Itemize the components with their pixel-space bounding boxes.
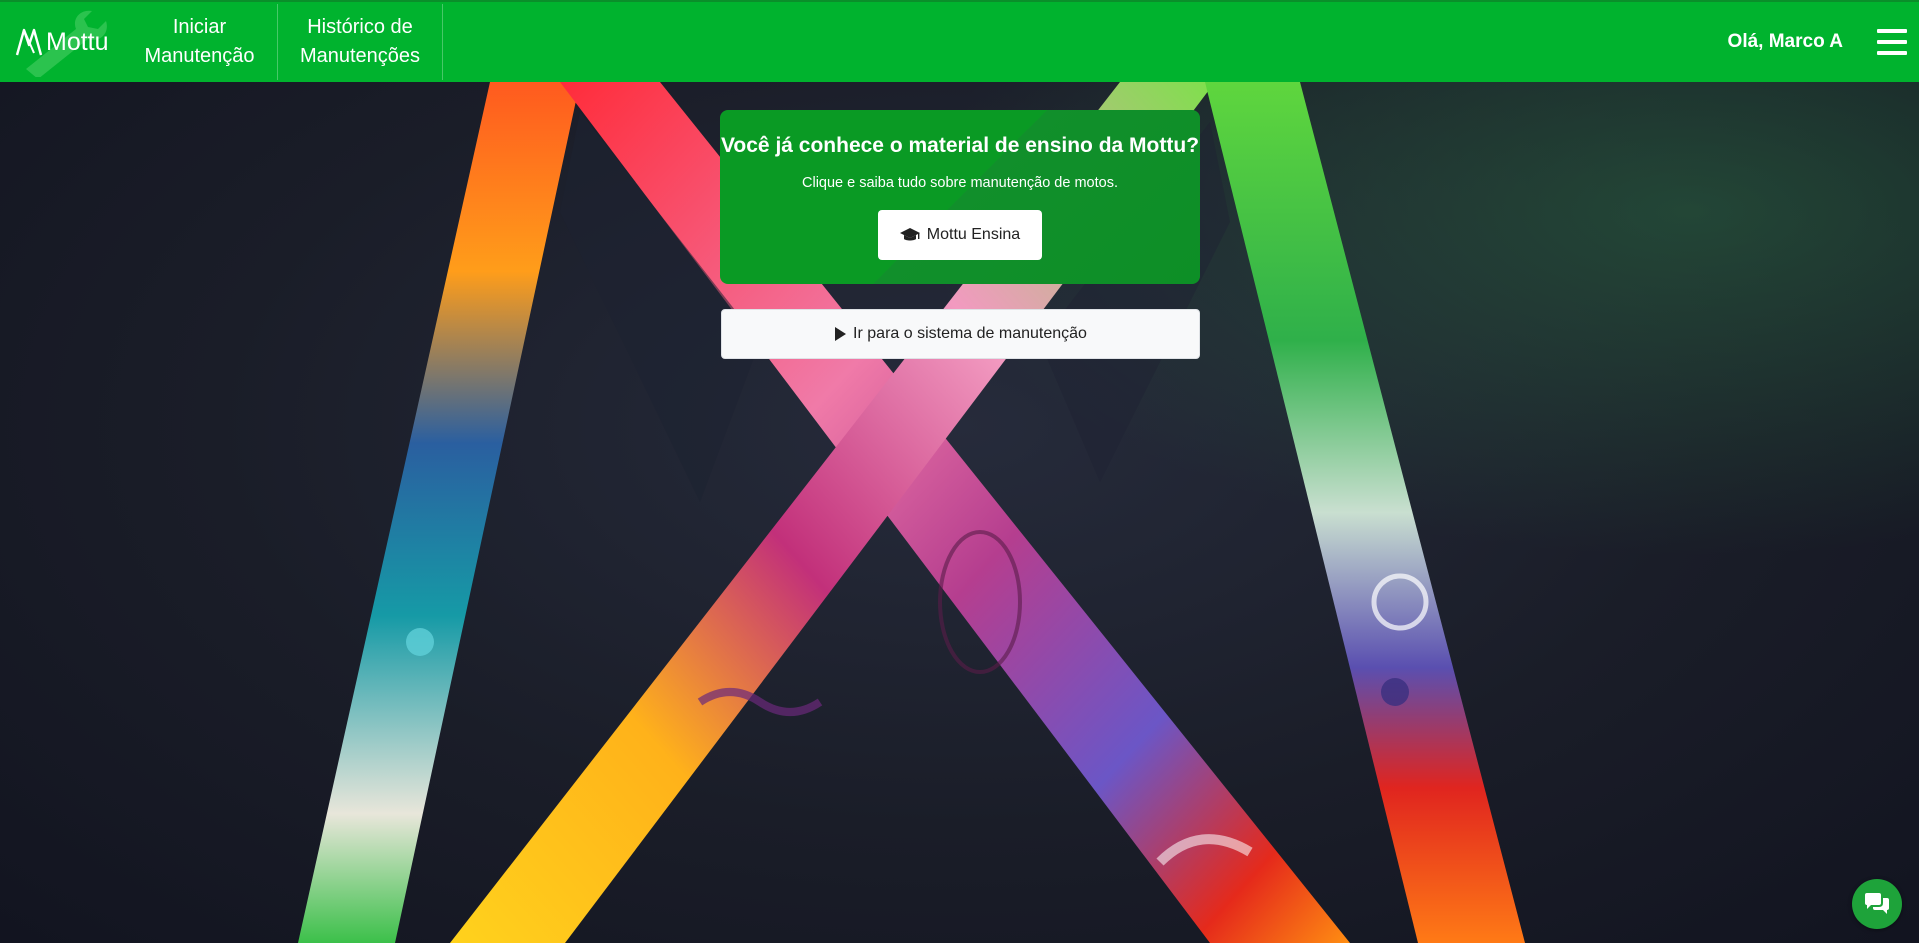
brand[interactable]: Mottu [10,3,122,81]
chat-bubbles-icon [1863,892,1891,916]
nav-start-maintenance[interactable]: Iniciar Manutenção [122,4,278,80]
promo-card: Você já conhece o material de ensino da … [720,110,1200,284]
mottu-logo: Mottu [10,27,109,57]
mottu-ensina-label: Mottu Ensina [926,226,1021,243]
nav-maintenance-history[interactable]: Histórico de Manutenções [278,4,443,80]
graduation-cap-icon [899,227,920,243]
promo-subtitle: Clique e saiba tudo sobre manutenção de … [802,175,1118,191]
go-to-maintenance-system-label: Ir para o sistema de manutenção [853,325,1087,342]
nav-right: Olá, Marco A [1728,2,1919,82]
top-navbar: Mottu Iniciar Manutenção Histórico de Ma… [0,0,1919,82]
chat-button[interactable] [1852,879,1902,929]
user-greeting[interactable]: Olá, Marco A [1728,31,1843,53]
brand-name: Mottu [46,27,109,56]
promo-title: Você já conhece o material de ensino da … [720,134,1200,157]
mottu-m-icon [15,28,43,56]
go-to-maintenance-system-button[interactable]: Ir para o sistema de manutenção [721,309,1200,359]
mottu-ensina-button[interactable]: Mottu Ensina [877,210,1043,260]
nav-links: Iniciar Manutenção Histórico de Manutenç… [122,4,443,80]
hamburger-menu-icon[interactable] [1877,29,1907,55]
play-icon [834,326,847,342]
